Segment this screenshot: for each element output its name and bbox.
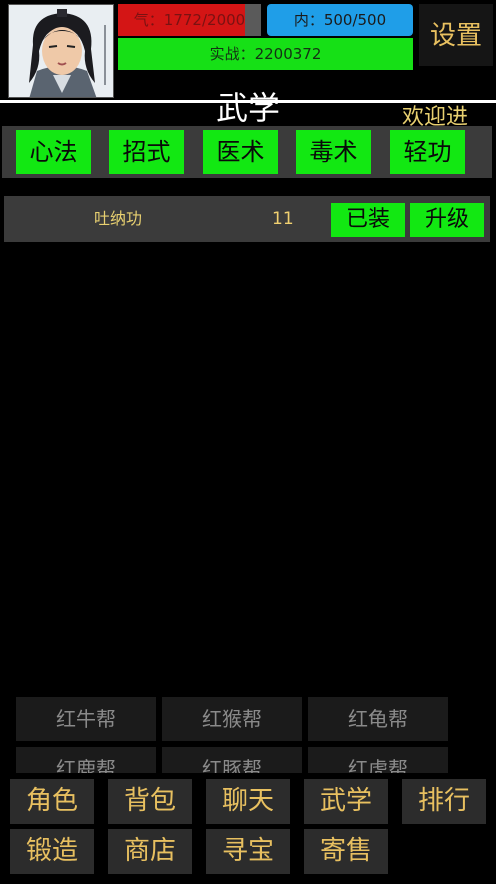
nav-martial[interactable]: 武学 <box>304 779 388 824</box>
welcome-marquee: 欢迎进 <box>402 105 469 128</box>
gang-button[interactable]: 红鹿帮 <box>16 747 156 773</box>
tab-moves[interactable]: 招式 <box>109 130 184 174</box>
health-bar: 气：1772/2000 <box>118 4 261 36</box>
settings-button[interactable]: 设置 <box>419 4 493 66</box>
gang-button[interactable]: 红龟帮 <box>308 697 448 741</box>
skill-row: 吐纳功 11 已装 升级 <box>4 196 490 242</box>
nav-consign[interactable]: 寄售 <box>304 829 388 874</box>
tab-lightness[interactable]: 轻功 <box>390 130 465 174</box>
nav-shop[interactable]: 商店 <box>108 829 192 874</box>
character-portrait-icon <box>9 5 113 97</box>
skill-level: 11 <box>272 209 294 229</box>
gang-button[interactable]: 红豚帮 <box>162 747 302 773</box>
tab-medicine[interactable]: 医术 <box>203 130 278 174</box>
gang-button[interactable]: 红虎帮 <box>308 747 448 773</box>
nav-treasure[interactable]: 寻宝 <box>206 829 290 874</box>
character-avatar[interactable] <box>8 4 114 98</box>
upgrade-button[interactable]: 升级 <box>410 203 484 237</box>
nav-ranking[interactable]: 排行 <box>402 779 486 824</box>
gang-list[interactable]: 红牛帮 红猴帮 红龟帮 红鹿帮 红豚帮 红虎帮 <box>16 697 450 773</box>
martial-category-tabs: 心法 招式 医术 毒术 轻功 <box>2 126 492 178</box>
tab-poison[interactable]: 毒术 <box>296 130 371 174</box>
equipped-button[interactable]: 已装 <box>331 203 405 237</box>
gang-button[interactable]: 红猴帮 <box>162 697 302 741</box>
nav-chat[interactable]: 聊天 <box>206 779 290 824</box>
nav-forge[interactable]: 锻造 <box>10 829 94 874</box>
gang-button[interactable]: 红牛帮 <box>16 697 156 741</box>
nav-backpack[interactable]: 背包 <box>108 779 192 824</box>
nav-character[interactable]: 角色 <box>10 779 94 824</box>
inner-power-bar: 内：500/500 <box>267 4 413 36</box>
health-text: 气：1772/2000 <box>133 11 246 29</box>
tab-mental-method[interactable]: 心法 <box>16 130 91 174</box>
skill-name: 吐纳功 <box>94 209 143 228</box>
combat-experience-bar: 实战：2200372 <box>118 38 413 70</box>
